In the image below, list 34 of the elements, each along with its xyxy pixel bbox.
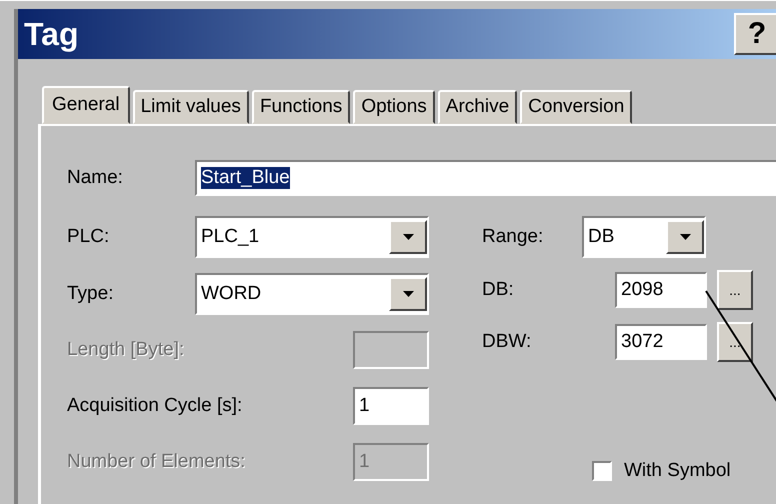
browse-button[interactable]: ... (717, 270, 753, 310)
window-title: Tag (24, 16, 79, 52)
dropdown-button[interactable] (389, 220, 427, 254)
input-field[interactable]: 1 (353, 387, 429, 425)
field-label: Type: (67, 283, 114, 305)
browse-button[interactable]: ... (717, 322, 753, 362)
dropdown-field[interactable]: PLC_1 (195, 216, 429, 258)
dropdown-field[interactable]: DB (582, 216, 706, 258)
tab[interactable]: Functions (252, 90, 350, 124)
input-field[interactable]: 3072 (615, 324, 707, 360)
tab[interactable]: Archive (438, 90, 518, 124)
caret-icon (402, 291, 414, 297)
input-field[interactable]: 2098 (615, 272, 707, 308)
field-label: Acquisition Cycle [s]: (67, 395, 242, 417)
dropdown-button[interactable] (389, 277, 427, 311)
checkbox[interactable] (592, 461, 612, 481)
field-label: DB: (482, 279, 515, 301)
input-field[interactable]: Start_Blue (195, 160, 776, 196)
field-label: Name: (67, 167, 124, 189)
dropdown-field[interactable]: WORD (195, 273, 429, 315)
tab[interactable]: Limit values (132, 90, 249, 124)
dropdown-button[interactable] (666, 220, 704, 254)
checkbox-label: With Symbol (624, 460, 731, 482)
tab[interactable]: Conversion (520, 90, 632, 124)
field-label: Range: (482, 226, 544, 248)
help-button[interactable]: ? (734, 13, 776, 55)
field-label: PLC: (67, 226, 110, 248)
caret-icon (680, 234, 690, 240)
field-label: Number of Elements: (67, 451, 246, 473)
tab[interactable]: Options (353, 90, 435, 124)
caret-icon (402, 234, 414, 240)
field-label: Length [Byte]: (67, 339, 184, 361)
tab[interactable]: General (42, 86, 130, 124)
field-label: DBW: (482, 331, 532, 353)
